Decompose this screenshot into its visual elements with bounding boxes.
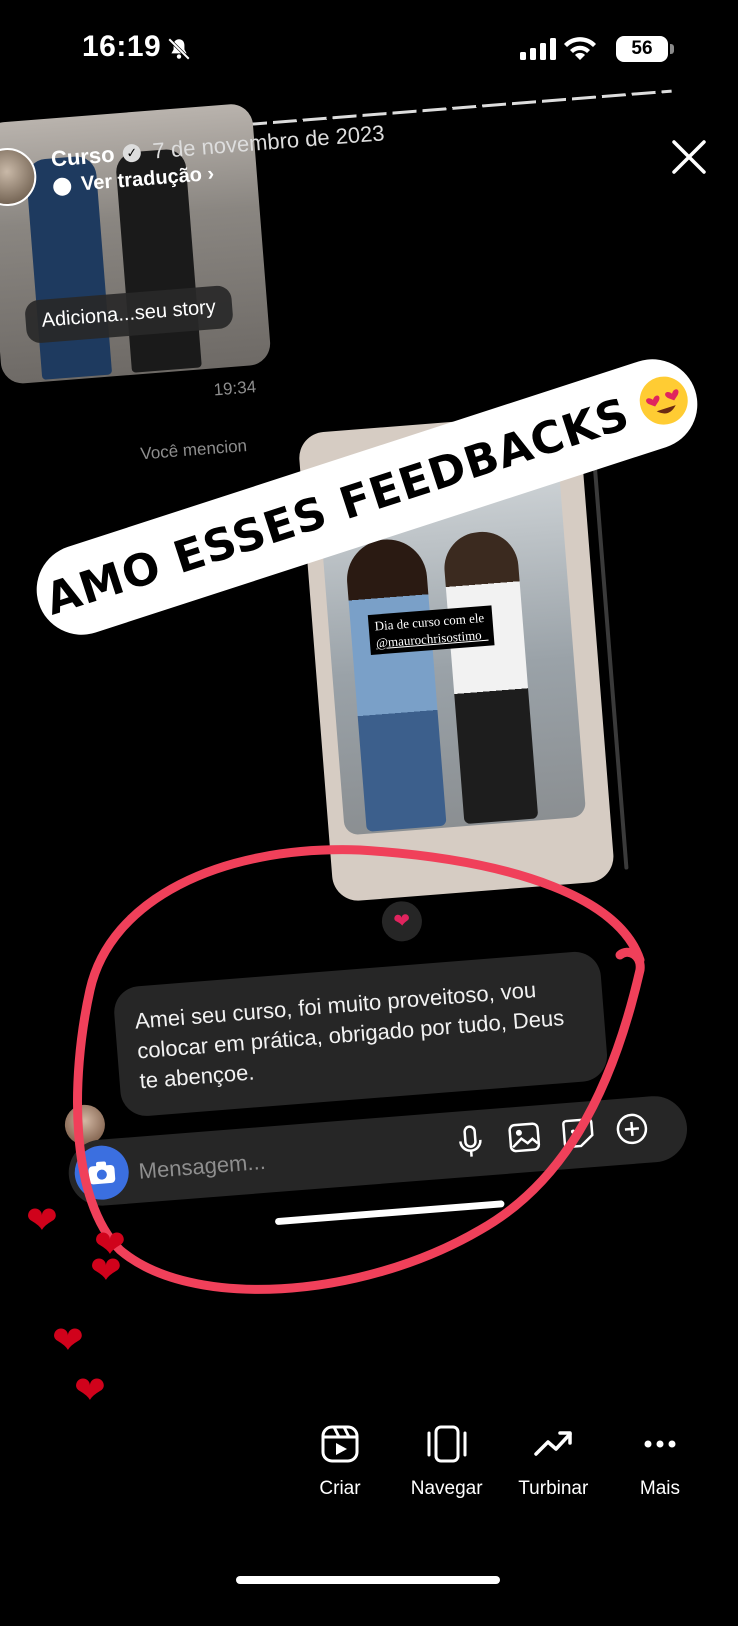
story-toolbar: Criar Navegar Turbinar Mais — [290, 1424, 710, 1500]
home-indicator[interactable] — [236, 1576, 500, 1584]
microphone-icon[interactable] — [452, 1123, 489, 1160]
floating-heart-icon: ❤ — [52, 1318, 84, 1363]
chat-screenshot: Adiciona...seu story Curso ✓ 7 de novemb… — [0, 0, 738, 1626]
navigate-icon — [426, 1424, 468, 1464]
more-button[interactable]: Mais — [610, 1424, 710, 1500]
screenshot-home-indicator — [275, 1200, 505, 1225]
gallery-icon[interactable] — [506, 1119, 543, 1156]
plus-circle-icon[interactable] — [614, 1111, 651, 1148]
reels-icon — [320, 1424, 360, 1464]
create-button[interactable]: Criar — [290, 1424, 390, 1500]
mention-notice: Você mencion — [140, 436, 248, 464]
boost-icon — [533, 1424, 573, 1464]
boost-button[interactable]: Turbinar — [503, 1424, 603, 1500]
create-label: Criar — [319, 1478, 360, 1500]
floating-heart-icon: ❤ — [74, 1368, 106, 1413]
message-bubble[interactable]: Amei seu curso, foi muito proveitoso, vo… — [112, 950, 609, 1118]
photo-person-woman — [344, 536, 447, 831]
navigate-button[interactable]: Navegar — [397, 1424, 497, 1500]
camera-icon — [86, 1159, 118, 1187]
heart-eyes-emoji-icon — [634, 370, 694, 430]
more-label: Mais — [640, 1478, 680, 1500]
heart-reaction-icon[interactable]: ❤ — [380, 900, 423, 943]
more-icon — [640, 1424, 680, 1464]
floating-heart-icon: ❤ — [90, 1248, 122, 1293]
navigate-label: Navegar — [411, 1478, 483, 1500]
sticker-icon[interactable] — [560, 1115, 597, 1152]
photo-person-man — [442, 529, 539, 824]
floating-heart-icon: ❤ — [26, 1198, 58, 1243]
profile-name[interactable]: Curso — [50, 142, 115, 173]
boost-label: Turbinar — [518, 1478, 588, 1500]
message-timestamp: 19:34 — [213, 377, 257, 400]
